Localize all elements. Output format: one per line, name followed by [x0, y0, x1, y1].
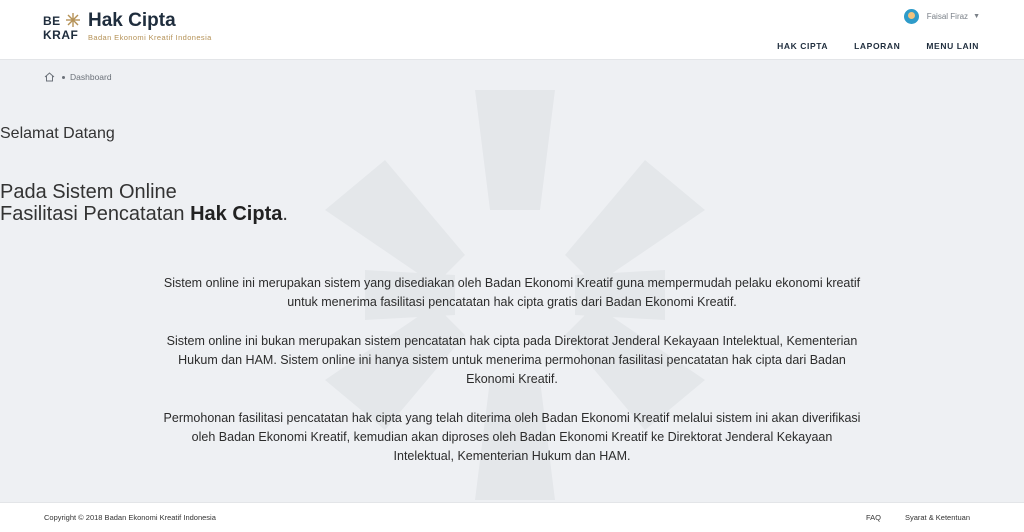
user-name: Faisal Firaz — [926, 12, 969, 21]
footer-links: FAQ Syarat & Ketentuan — [866, 513, 970, 522]
bekraf-star-icon — [66, 13, 80, 27]
headline-line-2: Fasilitasi Pencatatan Hak Cipta. — [0, 203, 288, 225]
user-menu[interactable]: Faisal Firaz ▼ — [903, 9, 980, 24]
intro-paragraph-1: Sistem online ini merupakan sistem yang … — [163, 276, 861, 309]
breadcrumb: Dashboard — [44, 72, 112, 82]
main-nav: HAK CIPTA LAPORAN MENU LAIN — [777, 41, 979, 51]
intro-paragraph-2: Sistem online ini bukan merupakan sistem… — [166, 334, 858, 386]
breadcrumb-separator — [62, 75, 65, 79]
home-icon[interactable] — [44, 72, 55, 82]
chevron-down-icon: ▼ — [973, 13, 980, 20]
nav-item-menu-lain[interactable]: MENU LAIN — [926, 41, 979, 51]
logo-be-text: BE — [43, 14, 61, 28]
footer-link-terms[interactable]: Syarat & Ketentuan — [905, 513, 970, 522]
breadcrumb-current: Dashboard — [70, 72, 112, 82]
nav-item-laporan[interactable]: LAPORAN — [854, 41, 900, 51]
welcome-heading: Selamat Datang — [0, 125, 115, 142]
logo-mark: BE KRAF — [43, 12, 88, 44]
intro-paragraph-3: Permohonan fasilitasi pencatatan hak cip… — [163, 411, 861, 463]
headline-bold: Hak Cipta — [190, 203, 283, 225]
top-header: BE KRAF Hak Cipta Badan Ekonomi Kreatif … — [0, 0, 1024, 60]
headline-line-1: Pada Sistem Online — [0, 181, 177, 203]
page-headline: Pada Sistem Online Fasilitasi Pencatatan… — [0, 181, 1024, 225]
app-subtitle: Badan Ekonomi Kreatif Indonesia — [88, 33, 212, 42]
copyright-text: Copyright © 2018 Badan Ekonomi Kreatif I… — [44, 513, 216, 522]
logo-text: Hak Cipta Badan Ekonomi Kreatif Indonesi… — [88, 10, 212, 43]
avatar — [903, 9, 919, 24]
nav-item-hak-cipta[interactable]: HAK CIPTA — [777, 41, 828, 51]
page-footer: Copyright © 2018 Badan Ekonomi Kreatif I… — [0, 502, 1024, 532]
bekraf-logo[interactable]: BE KRAF Hak Cipta Badan Ekonomi Kreatif … — [43, 10, 212, 44]
logo-kraf-text: KRAF — [43, 28, 79, 42]
footer-link-faq[interactable]: FAQ — [866, 513, 881, 522]
app-title: Hak Cipta — [88, 10, 176, 31]
